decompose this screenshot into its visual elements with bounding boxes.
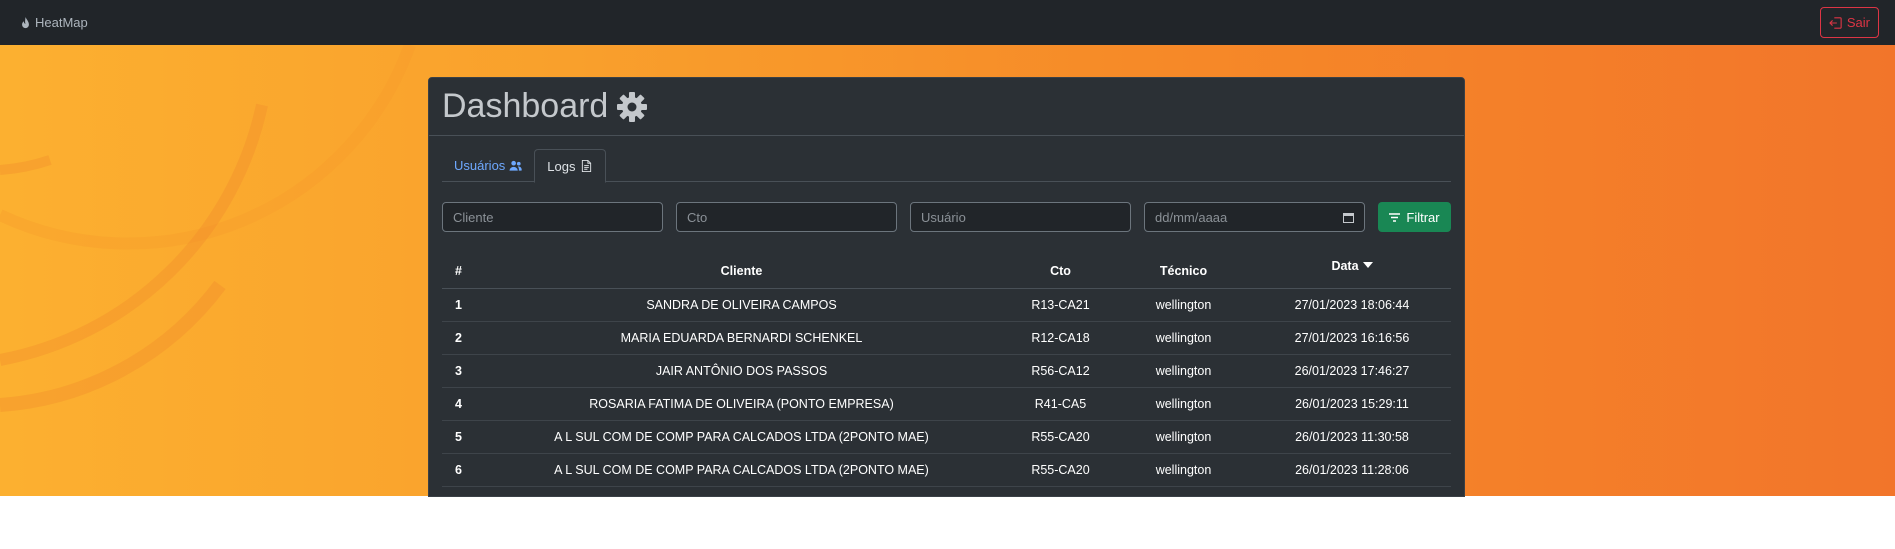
row-tecnico: wellington (1114, 420, 1253, 454)
table-row: 2 MARIA EDUARDA BERNARDI SCHENKEL R12-CA18… (442, 321, 1451, 355)
row-number: 4 (442, 387, 476, 421)
row-cliente: SANDRA DE OLIVEIRA CAMPOS (476, 288, 1007, 322)
column-header-cto: Cto (1007, 254, 1114, 289)
table-row: 4 ROSARIA FATIMA DE OLIVEIRA (PONTO EMPRE… (442, 387, 1451, 421)
row-tecnico: wellington (1114, 387, 1253, 421)
row-data: 26/01/2023 17:46:27 (1253, 354, 1451, 388)
calendar-icon[interactable] (1343, 212, 1354, 223)
filter-button[interactable]: Filtrar (1378, 202, 1451, 232)
users-icon (509, 160, 522, 171)
cliente-input[interactable]: Cliente (442, 202, 663, 232)
row-cto: R12-CA18 (1007, 321, 1114, 355)
column-header-data-label: Data (1331, 258, 1359, 273)
row-number: 6 (442, 453, 476, 487)
logout-button[interactable]: Sair (1819, 7, 1879, 38)
row-cliente: JAIR ANTÔNIO DOS PASSOS (476, 354, 1007, 388)
filter-bar: Cliente Cto Usuário dd/mm/aaaa Filtrar (442, 202, 1451, 232)
row-number: 5 (442, 420, 476, 454)
column-header-tecnico: Técnico (1114, 254, 1253, 289)
row-tecnico: wellington (1114, 453, 1253, 487)
fire-icon (22, 16, 29, 28)
date-input[interactable]: dd/mm/aaaa (1144, 202, 1365, 232)
row-number: 1 (442, 288, 476, 322)
date-placeholder: dd/mm/aaaa (1155, 209, 1228, 225)
row-tecnico: wellington (1114, 354, 1253, 388)
sort-desc-icon (1362, 261, 1373, 268)
row-data: 27/01/2023 16:16:56 (1253, 321, 1451, 355)
row-number: 3 (442, 354, 476, 388)
row-data: 26/01/2023 11:30:58 (1253, 420, 1451, 454)
row-tecnico: wellington (1114, 321, 1253, 355)
brand-name: HeatMap (35, 15, 88, 30)
filter-icon (1389, 212, 1401, 222)
page-title: Dashboard (442, 87, 609, 125)
column-header-cliente: Cliente (476, 254, 1007, 289)
row-cto: R55-CA20 (1007, 453, 1114, 487)
row-data: 26/01/2023 15:29:11 (1253, 387, 1451, 421)
tab-usuarios-label: Usuários (454, 158, 506, 173)
tab-logs[interactable]: Logs (534, 149, 606, 183)
logout-label: Sair (1846, 15, 1870, 30)
row-cto: R13-CA21 (1007, 288, 1114, 322)
table-row: 5A L SUL COM DE COMP PARA CALCADOS LTDA … (442, 420, 1451, 454)
top-navbar: HeatMap Sair (0, 0, 1895, 45)
tab-bar: Usuários Logs (442, 149, 1451, 183)
table-row: 1 SANDRA DE OLIVEIRA CAMPOS R13-CA21 wellin… (442, 288, 1451, 322)
row-cliente: A L SUL COM DE COMP PARA CALCADOS LTDA (… (476, 453, 1007, 487)
row-cto: R56-CA12 (1007, 354, 1114, 388)
row-cliente: A L SUL COM DE COMP PARA CALCADOS LTDA (… (476, 420, 1007, 454)
tab-usuarios[interactable]: Usuários (442, 149, 534, 182)
brand-link[interactable]: HeatMap (20, 15, 88, 30)
usuario-placeholder: Usuário (921, 209, 966, 225)
column-header-number: # (442, 254, 476, 289)
file-icon (581, 160, 591, 172)
row-cliente: MARIA EDUARDA BERNARDI SCHENKEL (476, 321, 1007, 355)
row-data: 27/01/2023 18:06:44 (1253, 288, 1451, 322)
cto-placeholder: Cto (687, 209, 708, 225)
cliente-placeholder: Cliente (453, 209, 494, 225)
logout-icon (1829, 16, 1842, 29)
filter-button-label: Filtrar (1406, 209, 1440, 225)
row-cliente: ROSARIA FATIMA DE OLIVEIRA (PONTO EMPRES… (476, 387, 1007, 421)
gear-icon (617, 91, 648, 122)
card-body: Usuários Logs Cliente Cto Usuário dd/mm/… (429, 136, 1464, 487)
row-data: 26/01/2023 11:28:06 (1253, 453, 1451, 487)
row-cto: R55-CA20 (1007, 420, 1114, 454)
table-row: 6A L SUL COM DE COMP PARA CALCADOS LTDA … (442, 453, 1451, 487)
column-header-data[interactable]: Data (1253, 254, 1451, 289)
logs-table: # Cliente Cto Técnico Data 1 SANDRA DE OL… (442, 254, 1451, 487)
row-number: 2 (442, 321, 476, 355)
cto-input[interactable]: Cto (676, 202, 897, 232)
table-header-row: # Cliente Cto Técnico Data (442, 254, 1451, 289)
table-row: 3 JAIR ANTÔNIO DOS PASSOS R56-CA12 wellingt… (442, 354, 1451, 388)
dashboard-card: Dashboard Usuários Logs Cliente Cto Usuá… (428, 77, 1465, 497)
row-cto: R41-CA5 (1007, 387, 1114, 421)
usuario-input[interactable]: Usuário (910, 202, 1131, 232)
card-header: Dashboard (429, 78, 1464, 136)
row-tecnico: wellington (1114, 288, 1253, 322)
tab-logs-label: Logs (547, 158, 576, 174)
